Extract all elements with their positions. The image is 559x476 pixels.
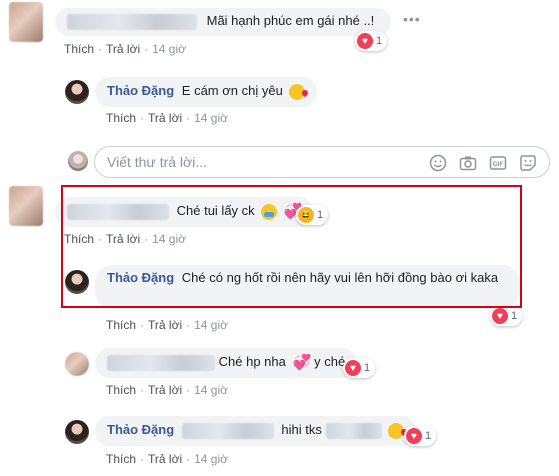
reaction-count: 1 [425, 430, 432, 442]
replier-name[interactable]: Thảo Đặng [107, 422, 174, 437]
heart-reaction-icon: ♥ [357, 33, 373, 49]
timestamp[interactable]: 14 giờ [152, 42, 186, 56]
blurred-name [67, 13, 197, 30]
comment-text: Mãi hạnh phúc em gái nhé ..! [206, 13, 375, 28]
like-link[interactable]: Thích [106, 383, 136, 397]
reply-link[interactable]: Trả lời [148, 452, 182, 466]
comment-text-continued: y ché [314, 354, 346, 369]
heart-reaction-icon: ♥ [345, 360, 361, 376]
reaction-summary[interactable]: ♥ 1 [404, 426, 437, 446]
reply-bubble: Ché hp nha 💞 y ché [95, 348, 358, 378]
heart-reaction-icon: ♥ [406, 428, 422, 444]
reply-bubble: Thảo Đặng hihi tks [95, 416, 417, 446]
commenter-avatar[interactable] [65, 352, 89, 376]
commenter-avatar[interactable] [9, 2, 43, 42]
reply-actions: Thích · Trả lời · 14 giờ [106, 111, 228, 125]
reply-input[interactable] [107, 154, 407, 170]
comment-text: Ché hp nha [218, 354, 286, 369]
reaction-summary[interactable]: ♥ 1 [490, 306, 523, 326]
like-link[interactable]: Thích [106, 318, 136, 332]
reaction-summary[interactable]: ♥ 1 [343, 358, 376, 378]
camera-icon[interactable] [459, 154, 477, 172]
reaction-count: 1 [376, 35, 383, 47]
comment-actions: Thích · Trả lời · 14 giờ [64, 42, 186, 56]
reply-link[interactable]: Trả lời [148, 318, 182, 332]
reply-text: hihi tks [281, 422, 322, 437]
reaction-summary[interactable]: ♥ 1 [355, 31, 388, 51]
reaction-count: 1 [511, 310, 518, 322]
gif-icon[interactable]: GIF [489, 154, 507, 172]
reply-link[interactable]: Trả lời [148, 383, 182, 397]
highlight-frame [61, 185, 522, 308]
replier-avatar[interactable] [65, 80, 89, 104]
kiss-emoji-icon [388, 422, 405, 439]
timestamp[interactable]: 14 giờ [194, 452, 228, 466]
reply-actions: Thích · Trả lời · 14 giờ [106, 383, 228, 397]
reply-actions: Thích · Trả lời · 14 giờ [106, 452, 228, 466]
blurred-text [325, 422, 382, 439]
current-user-avatar [68, 151, 88, 171]
more-options-icon[interactable]: ••• [403, 11, 421, 27]
heart-reaction-icon: ♥ [492, 308, 508, 324]
reply-actions: Thích · Trả lời · 14 giờ [106, 318, 228, 332]
timestamp[interactable]: 14 giờ [194, 111, 228, 125]
timestamp[interactable]: 14 giờ [194, 383, 228, 397]
kiss-emoji-icon [289, 83, 306, 100]
reply-link[interactable]: Trả lời [148, 111, 182, 125]
like-link[interactable]: Thích [106, 452, 136, 466]
reply-link[interactable]: Trả lời [106, 42, 140, 56]
reply-input-box[interactable]: GIF [94, 146, 550, 178]
reply-text: E cám ơn chị yêu [181, 83, 283, 98]
comment-bubble: Mãi hạnh phúc em gái nhé ..! [55, 8, 391, 36]
reaction-count: 1 [364, 362, 371, 374]
blurred-mention [181, 422, 274, 439]
timestamp[interactable]: 14 giờ [194, 318, 228, 332]
svg-text:GIF: GIF [493, 161, 504, 168]
emoji-icon[interactable] [429, 154, 447, 172]
like-link[interactable]: Thích [106, 111, 136, 125]
replier-name[interactable]: Thảo Đặng [107, 83, 174, 98]
like-link[interactable]: Thích [64, 42, 94, 56]
hearts-emoji-icon: 💞 [292, 353, 312, 371]
blurred-name [107, 354, 215, 371]
reply-bubble: Thảo Đặng E cám ơn chị yêu [95, 77, 318, 107]
commenter-avatar[interactable] [9, 186, 43, 226]
replier-avatar[interactable] [65, 420, 89, 444]
sticker-icon[interactable] [519, 154, 537, 172]
